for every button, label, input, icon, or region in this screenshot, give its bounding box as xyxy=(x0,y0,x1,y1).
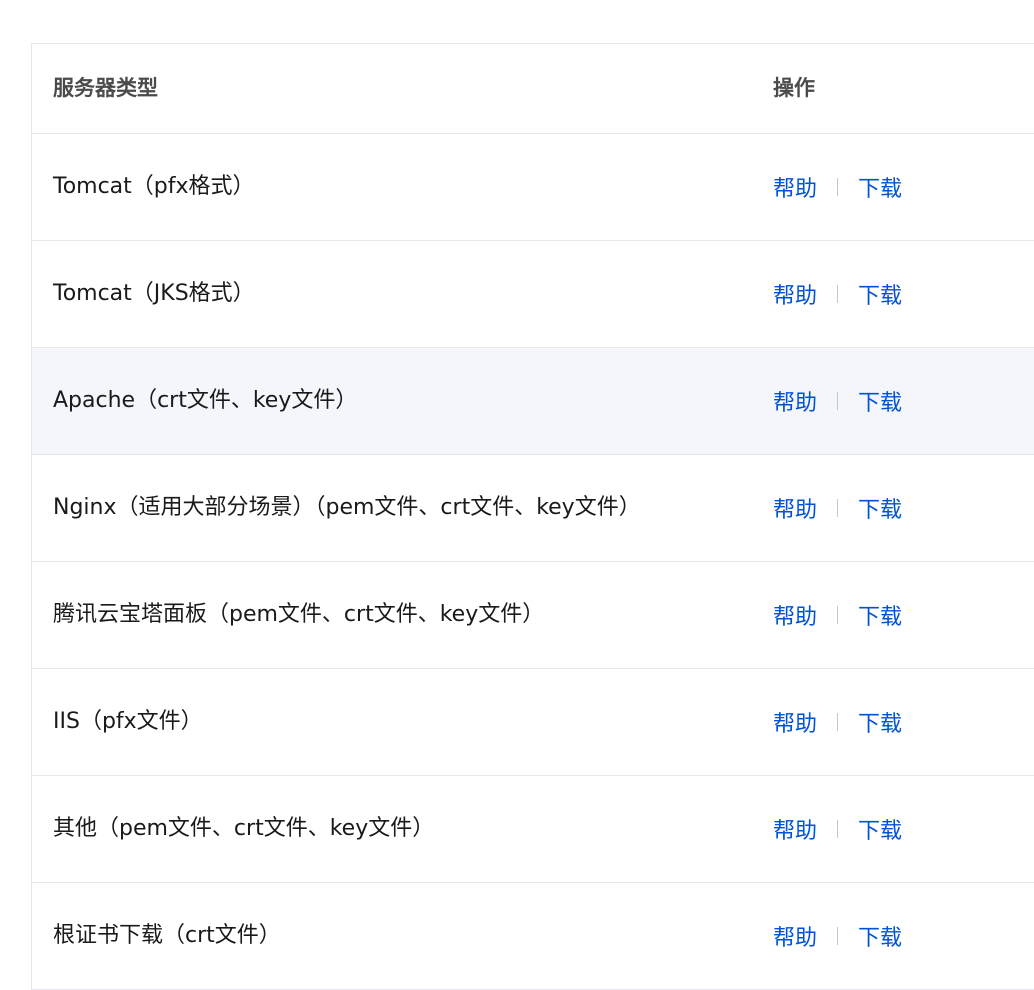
server-type-cell: 腾讯云宝塔面板（pem文件、crt文件、key文件） xyxy=(53,602,545,627)
action-cell: 帮助 下载 xyxy=(773,455,902,561)
download-link[interactable]: 下载 xyxy=(858,706,902,738)
server-type-cell: Nginx（适用大部分场景）（pem文件、crt文件、key文件） xyxy=(53,495,641,520)
action-cell: 帮助 下载 xyxy=(773,241,902,347)
certificate-download-table: 服务器类型 操作 Tomcat（pfx格式） 帮助 下载 Tomcat（JKS格… xyxy=(31,43,1034,990)
action-cell: 帮助 下载 xyxy=(773,669,902,775)
server-type-cell: Apache（crt文件、key文件） xyxy=(53,388,358,413)
server-type-cell: IIS（pfx文件） xyxy=(53,709,203,734)
server-type-cell: 根证书下载（crt文件） xyxy=(53,923,281,948)
table-row: 腾讯云宝塔面板（pem文件、crt文件、key文件） 帮助 下载 xyxy=(32,562,1034,669)
download-link[interactable]: 下载 xyxy=(858,492,902,524)
link-separator xyxy=(837,713,839,731)
server-type-cell: Tomcat（JKS格式） xyxy=(53,281,255,306)
table-row: Tomcat（JKS格式） 帮助 下载 xyxy=(32,241,1034,348)
table-row-hovered: Apache（crt文件、key文件） 帮助 下载 xyxy=(32,348,1034,455)
help-link[interactable]: 帮助 xyxy=(773,492,817,524)
table-row: Tomcat（pfx格式） 帮助 下载 xyxy=(32,134,1034,241)
link-separator xyxy=(837,606,839,624)
table-row: 其他（pem文件、crt文件、key文件） 帮助 下载 xyxy=(32,776,1034,883)
link-separator xyxy=(837,499,839,517)
help-link[interactable]: 帮助 xyxy=(773,813,817,845)
header-action: 操作 xyxy=(773,76,815,100)
download-link[interactable]: 下载 xyxy=(858,599,902,631)
help-link[interactable]: 帮助 xyxy=(773,920,817,952)
download-link[interactable]: 下载 xyxy=(858,171,902,203)
download-link[interactable]: 下载 xyxy=(858,385,902,417)
download-link[interactable]: 下载 xyxy=(858,920,902,952)
server-type-cell: Tomcat（pfx格式） xyxy=(53,174,255,199)
link-separator xyxy=(837,285,839,303)
table-header: 服务器类型 操作 xyxy=(32,44,1034,134)
action-cell: 帮助 下载 xyxy=(773,348,902,454)
server-type-cell: 其他（pem文件、crt文件、key文件） xyxy=(53,816,435,841)
help-link[interactable]: 帮助 xyxy=(773,385,817,417)
help-link[interactable]: 帮助 xyxy=(773,706,817,738)
table-row: Nginx（适用大部分场景）（pem文件、crt文件、key文件） 帮助 下载 xyxy=(32,455,1034,562)
action-cell: 帮助 下载 xyxy=(773,776,902,882)
header-server-type: 服务器类型 xyxy=(53,76,158,100)
download-link[interactable]: 下载 xyxy=(858,813,902,845)
link-separator xyxy=(837,820,839,838)
table-row: 根证书下载（crt文件） 帮助 下载 xyxy=(32,883,1034,990)
help-link[interactable]: 帮助 xyxy=(773,599,817,631)
help-link[interactable]: 帮助 xyxy=(773,171,817,203)
link-separator xyxy=(837,927,839,945)
link-separator xyxy=(837,178,839,196)
action-cell: 帮助 下载 xyxy=(773,134,902,240)
action-cell: 帮助 下载 xyxy=(773,883,902,989)
download-link[interactable]: 下载 xyxy=(858,278,902,310)
table-row: IIS（pfx文件） 帮助 下载 xyxy=(32,669,1034,776)
link-separator xyxy=(837,392,839,410)
help-link[interactable]: 帮助 xyxy=(773,278,817,310)
action-cell: 帮助 下载 xyxy=(773,562,902,668)
